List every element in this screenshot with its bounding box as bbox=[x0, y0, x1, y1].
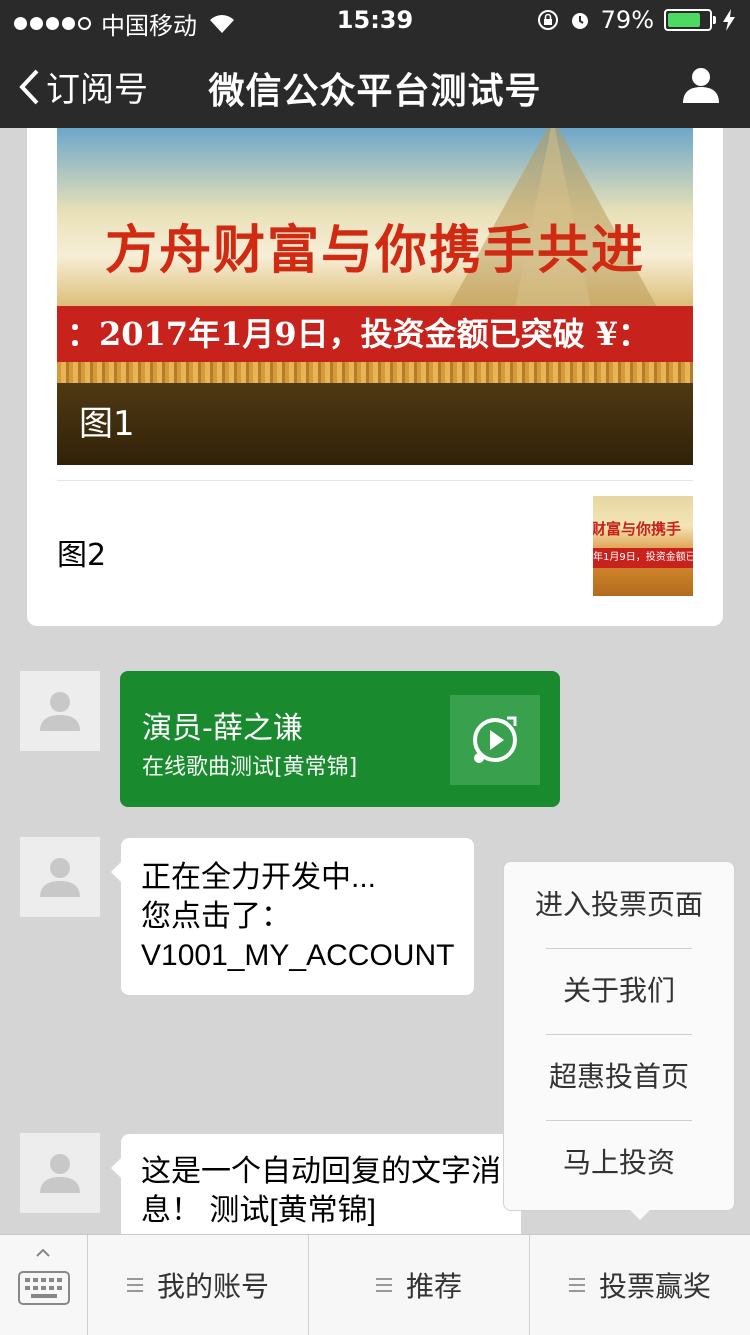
battery-icon bbox=[664, 9, 716, 31]
message-line: 息！ 测试[黄常锦] bbox=[141, 1194, 377, 1227]
menu-my-account[interactable]: 我的账号 bbox=[88, 1235, 309, 1335]
default-avatar-icon bbox=[40, 858, 80, 897]
submenu-popup: 进入投票页面 关于我们 超惠投首页 马上投资 bbox=[503, 861, 735, 1220]
music-message[interactable]: 演员-薛之谦 在线歌曲测试[黄常锦] bbox=[120, 671, 560, 807]
banner-slogan: 方舟财富与你携手共进 bbox=[104, 220, 645, 281]
banner-strip: ：2017年1月9日，投资金额已突破 ¥： bbox=[57, 306, 693, 362]
menu-list-icon bbox=[375, 1278, 392, 1292]
battery-percent: 79% bbox=[600, 6, 654, 34]
keyboard-toggle-button[interactable] bbox=[0, 1235, 88, 1335]
keyboard-icon bbox=[18, 1271, 70, 1305]
news-item-2-title: 图2 bbox=[57, 538, 107, 573]
menu-vote-win[interactable]: 投票赢奖 bbox=[530, 1235, 750, 1335]
default-avatar-icon bbox=[40, 692, 80, 731]
charging-icon bbox=[723, 9, 735, 31]
default-avatar-icon bbox=[40, 1154, 80, 1193]
music-title: 演员-薛之谦 bbox=[142, 711, 303, 746]
message-line: 这是一个自动回复的文字消 bbox=[141, 1155, 501, 1188]
rotation-lock-icon bbox=[537, 10, 558, 30]
news-item-2[interactable]: 图2 财富与你携手 年1月9日，投资金额已 bbox=[57, 496, 693, 600]
menu-list-icon bbox=[126, 1278, 143, 1292]
menu-label: 我的账号 bbox=[156, 1270, 269, 1303]
chevron-up-icon bbox=[36, 1249, 50, 1257]
banner-field bbox=[57, 362, 693, 383]
message-line: 正在全力开发中... bbox=[141, 861, 377, 894]
avatar[interactable] bbox=[20, 671, 100, 751]
submenu-item-invest-now[interactable]: 马上投资 bbox=[504, 1120, 734, 1206]
music-play-button[interactable] bbox=[450, 695, 540, 785]
menu-list-icon bbox=[568, 1278, 585, 1292]
page-title: 微信公众平台测试号 bbox=[208, 71, 542, 112]
status-bar: 中国移动 15:39 79% bbox=[0, 0, 750, 40]
submenu-item-homepage[interactable]: 超惠投首页 bbox=[504, 1034, 734, 1120]
message-line: V1001_MY_ACCOUNT bbox=[141, 939, 455, 972]
news-item-1[interactable]: 方舟财富与你携手共进 ：2017年1月9日，投资金额已突破 ¥： 图1 bbox=[57, 128, 693, 465]
avatar[interactable] bbox=[20, 837, 100, 917]
avatar[interactable] bbox=[20, 1133, 100, 1213]
music-subtitle: 在线歌曲测试[黄常锦] bbox=[142, 755, 358, 780]
text-message[interactable]: 这是一个自动回复的文字消 息！ 测试[黄常锦] bbox=[111, 1134, 521, 1250]
submenu-item-about-us[interactable]: 关于我们 bbox=[504, 948, 734, 1034]
nav-bar: 订阅号 微信公众平台测试号 bbox=[0, 40, 750, 128]
battery-level bbox=[668, 13, 700, 27]
user-icon bbox=[683, 68, 719, 103]
alarm-icon bbox=[571, 13, 588, 29]
divider bbox=[57, 480, 693, 481]
music-play-icon bbox=[473, 716, 517, 763]
news-item-1-title: 图1 bbox=[57, 383, 693, 465]
status-right: 79% bbox=[537, 6, 736, 34]
bottom-menu-bar: 我的账号 推荐 投票赢奖 bbox=[0, 1234, 750, 1335]
profile-button[interactable] bbox=[682, 66, 720, 108]
menu-recommend[interactable]: 推荐 bbox=[309, 1235, 530, 1335]
submenu-item-vote-page[interactable]: 进入投票页面 bbox=[504, 862, 734, 948]
thumb-slogan: 财富与你携手 bbox=[593, 520, 682, 538]
news-card: 方舟财富与你携手共进 ：2017年1月9日，投资金额已突破 ¥： 图1 图2 财… bbox=[27, 128, 723, 626]
thumb-strip: 年1月9日，投资金额已 bbox=[593, 548, 693, 568]
menu-label: 推荐 bbox=[405, 1270, 462, 1303]
text-message[interactable]: 正在全力开发中... 您点击了： V1001_MY_ACCOUNT bbox=[110, 838, 475, 995]
news-item-2-thumbnail: 财富与你携手 年1月9日，投资金额已 bbox=[593, 496, 693, 596]
message-line: 您点击了： bbox=[141, 900, 291, 933]
menu-label: 投票赢奖 bbox=[598, 1270, 711, 1303]
